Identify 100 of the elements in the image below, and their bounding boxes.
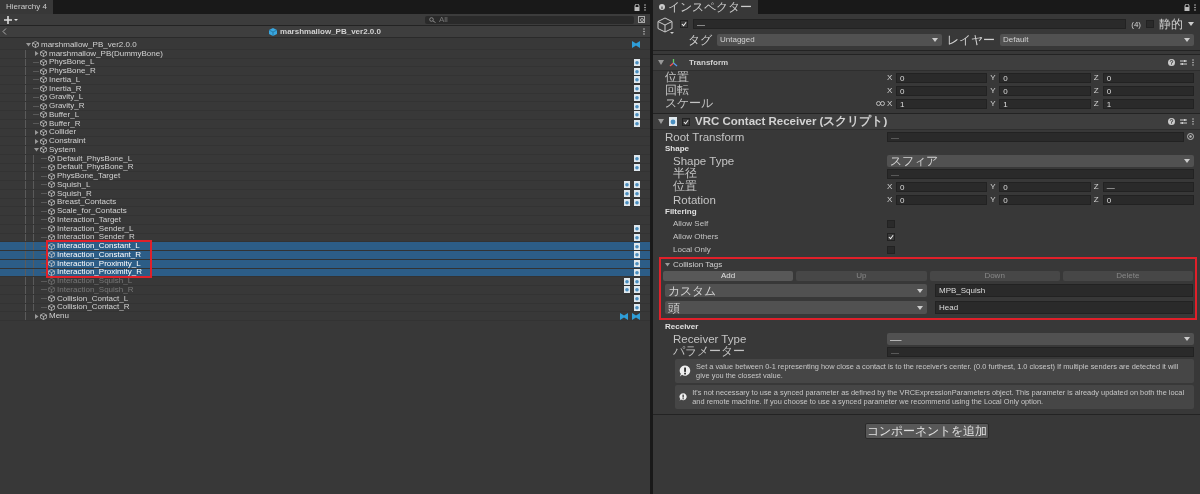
lock-icon[interactable]: [1184, 3, 1190, 11]
expanded-arrow-icon[interactable]: [658, 60, 664, 65]
expanded-arrow-icon[interactable]: [658, 119, 664, 124]
tree-row[interactable]: Squish_R: [0, 189, 650, 199]
collapsed-arrow-icon[interactable]: [33, 129, 39, 135]
number-field[interactable]: 0: [999, 181, 1091, 192]
tree-row[interactable]: marshmallow_PB_ver2.0.0: [0, 41, 650, 50]
tree-row[interactable]: Collider: [0, 128, 650, 138]
number-field[interactable]: 0: [896, 72, 988, 83]
tag-field[interactable]: Head: [935, 301, 1193, 314]
tree-row[interactable]: Collision_Contact_R: [0, 303, 650, 313]
tree-row[interactable]: PhysBone_R: [0, 67, 650, 76]
caret-icon: [932, 38, 938, 42]
dropdown[interactable]: スフィア: [887, 154, 1194, 167]
tree-row[interactable]: Buffer_L: [0, 111, 650, 120]
presets-icon[interactable]: [1180, 118, 1187, 125]
input-field[interactable]: —: [887, 131, 1184, 142]
caret-icon[interactable]: [1188, 22, 1194, 26]
enabled-checkbox[interactable]: [682, 117, 690, 126]
object-name: Breast_Contacts: [57, 198, 117, 207]
number-field[interactable]: 1: [999, 98, 1091, 109]
presets-icon[interactable]: [1180, 59, 1187, 66]
input-field[interactable]: —: [887, 168, 1194, 179]
search-options-icon[interactable]: [638, 15, 646, 24]
tree-row[interactable]: Default_PhysBone_R: [0, 163, 650, 173]
number-field[interactable]: 0: [999, 85, 1091, 96]
number-field[interactable]: 0: [1102, 194, 1194, 205]
tree-row[interactable]: Interaction_Sender_L: [0, 224, 650, 234]
number-field[interactable]: 0: [896, 194, 988, 205]
tree-row[interactable]: Interaction_Proximity_R: [0, 268, 650, 278]
back-icon[interactable]: [2, 28, 7, 35]
tree-row[interactable]: Breast_Contacts: [0, 198, 650, 208]
object-name: Interaction_Proximity_L: [57, 259, 141, 268]
layer-dropdown[interactable]: Default: [1000, 34, 1194, 46]
component-header[interactable]: VRC Contact Receiver (スクリプト): [653, 113, 1200, 130]
input-field[interactable]: —: [887, 346, 1194, 357]
collapsed-arrow-icon[interactable]: [33, 138, 39, 144]
tree-row[interactable]: Scale_for_Contacts: [0, 207, 650, 216]
tree-row[interactable]: Buffer_R: [0, 119, 650, 129]
collapsed-arrow-icon[interactable]: [33, 51, 39, 57]
object-name: marshmallow_PB_ver2.0.0: [41, 40, 137, 49]
tree-row[interactable]: Constraint: [0, 137, 650, 146]
component-title: VRC Contact Receiver (スクリプト): [695, 114, 888, 129]
link-icon[interactable]: [875, 101, 885, 106]
search-icon: [429, 16, 436, 23]
number-field[interactable]: 1: [1102, 98, 1194, 109]
tree-row[interactable]: Interaction_Constant_R: [0, 251, 650, 260]
expanded-arrow-icon[interactable]: [33, 147, 39, 153]
object-name: Collider: [49, 128, 77, 137]
name-field[interactable]: —: [693, 19, 1127, 29]
tag-dropdown[interactable]: Untagged: [717, 34, 942, 46]
tree-row[interactable]: System: [0, 146, 650, 155]
field-label: 回転: [665, 83, 690, 98]
lock-icon[interactable]: [634, 3, 640, 11]
tree-row[interactable]: Interaction_Proximity_L: [0, 259, 650, 269]
tree-row[interactable]: Default_PhysBone_L: [0, 154, 650, 164]
expanded-arrow-icon[interactable]: [25, 42, 31, 48]
add-icon[interactable]: [4, 15, 18, 24]
object-name: Buffer_L: [49, 110, 80, 119]
tree-row[interactable]: Inertia_R: [0, 84, 650, 94]
tree-row[interactable]: Collision_Contact_L: [0, 294, 650, 304]
inspector-tab[interactable]: インスペクター: [653, 0, 758, 14]
collapsed-arrow-icon[interactable]: [33, 313, 39, 319]
field-label: Receiver Type: [673, 332, 748, 345]
number-field[interactable]: 0: [896, 181, 988, 192]
tree-row[interactable]: Gravity_L: [0, 93, 650, 103]
tree-row[interactable]: Gravity_R: [0, 102, 650, 111]
tree-row[interactable]: Squish_L: [0, 181, 650, 190]
number-field[interactable]: 0: [999, 72, 1091, 83]
tree-row[interactable]: PhysBone_L: [0, 58, 650, 68]
cube-icon[interactable]: [657, 17, 675, 35]
object-name: Inertia_R: [49, 84, 82, 93]
number-field[interactable]: 0: [999, 194, 1091, 205]
tree-row[interactable]: Interaction_Target: [0, 216, 650, 225]
caret-icon: [917, 288, 923, 293]
tree-row[interactable]: marshmallow_PB(DummyBone): [0, 49, 650, 59]
add-component-button[interactable]: コンポーネントを追加: [864, 423, 989, 439]
dropdown[interactable]: —: [887, 332, 1194, 345]
number-field[interactable]: 0: [1102, 85, 1194, 96]
object-picker-icon[interactable]: [1187, 133, 1194, 140]
list-button[interactable]: Add: [663, 271, 794, 281]
hierarchy-tab[interactable]: Hierarchy 4: [0, 0, 53, 14]
active-checkbox[interactable]: [680, 20, 688, 28]
number-field[interactable]: 1: [896, 98, 988, 109]
number-field[interactable]: —: [1102, 181, 1194, 192]
transform-header[interactable]: Transform: [653, 54, 1200, 71]
number-field[interactable]: 0: [1102, 72, 1194, 83]
tag-type-dropdown[interactable]: 頭: [665, 301, 927, 314]
tree-row[interactable]: Interaction_Constant_L: [0, 242, 650, 251]
caret-icon: [1184, 158, 1190, 163]
help-icon[interactable]: [1168, 118, 1175, 125]
tree-row[interactable]: Menu: [0, 312, 650, 321]
tree-row[interactable]: PhysBone_Target: [0, 172, 650, 181]
help-icon[interactable]: [1168, 59, 1175, 66]
checkbox[interactable]: [887, 232, 895, 241]
expanded-arrow-icon[interactable]: [665, 262, 670, 267]
tag-field[interactable]: MPB_Squish: [935, 284, 1193, 297]
tree-row[interactable]: Inertia_L: [0, 76, 650, 85]
number-field[interactable]: 0: [896, 85, 988, 96]
tag-type-dropdown[interactable]: カスタム: [665, 284, 927, 297]
